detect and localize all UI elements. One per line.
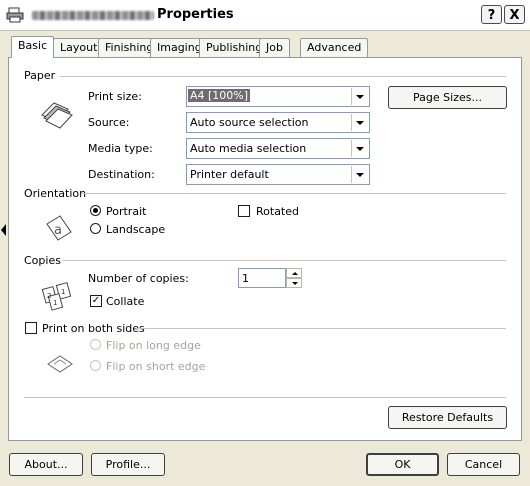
collate-label[interactable]: Collate: [106, 295, 144, 308]
print-size-value: A4 [100%]: [188, 89, 251, 102]
media-type-dropdown[interactable]: Auto media selection: [186, 138, 370, 159]
destination-value: Printer default: [190, 168, 269, 181]
spin-up-icon[interactable]: [286, 268, 302, 278]
print-both-sides-label[interactable]: Print on both sides: [42, 322, 145, 335]
orientation-group-label: Orientation: [24, 187, 87, 200]
rotated-checkbox[interactable]: [238, 205, 250, 217]
source-dropdown[interactable]: Auto source selection: [186, 112, 370, 133]
rotated-label[interactable]: Rotated: [256, 205, 299, 218]
source-value: Auto source selection: [190, 116, 309, 129]
window-title: Properties: [157, 7, 234, 22]
svg-text:1: 1: [53, 299, 57, 307]
destination-dropdown[interactable]: Printer default: [186, 164, 370, 185]
collate-checkbox[interactable]: ✓: [90, 295, 102, 307]
tab-layout[interactable]: Layout: [53, 38, 105, 57]
chevron-down-icon[interactable]: [351, 114, 368, 131]
copies-input[interactable]: 1: [238, 268, 286, 288]
spin-down-icon[interactable]: [286, 278, 302, 288]
print-both-sides-checkbox[interactable]: [25, 322, 37, 334]
copies-value: 1: [242, 272, 249, 285]
printer-name-blurred: [32, 11, 154, 20]
media-type-label: Media type:: [88, 142, 153, 155]
collapse-arrow-icon[interactable]: [1, 224, 6, 236]
duplex-page-icon: [47, 355, 73, 373]
print-size-label: Print size:: [88, 90, 142, 103]
flip-short-edge-radio[interactable]: [90, 360, 101, 371]
flip-long-edge-label: Flip on long edge: [106, 339, 201, 352]
paper-group-label: Paper: [24, 69, 56, 82]
printer-icon: [6, 7, 24, 23]
source-label: Source:: [88, 116, 130, 129]
chevron-down-icon[interactable]: [351, 88, 368, 105]
number-of-copies-label: Number of copies:: [88, 272, 189, 285]
cancel-button[interactable]: Cancel: [447, 453, 520, 476]
paper-divider: [60, 76, 506, 77]
landscape-label[interactable]: Landscape: [106, 223, 165, 236]
copies-spinner[interactable]: [286, 268, 302, 288]
page-sizes-button[interactable]: Page Sizes...: [388, 86, 507, 109]
title-bar[interactable]: Properties ? X: [0, 0, 530, 31]
duplex-divider: [136, 328, 506, 329]
portrait-page-icon: a: [46, 215, 72, 241]
tab-basic[interactable]: Basic: [11, 36, 55, 58]
bottom-divider: [24, 397, 506, 398]
tab-job[interactable]: Job: [259, 38, 290, 57]
svg-text:2: 2: [47, 292, 51, 300]
svg-text:1: 1: [61, 288, 65, 296]
copies-group-label: Copies: [24, 254, 61, 267]
properties-dialog: Properties ? X Basic Layout Finishing Im…: [0, 0, 530, 486]
help-button[interactable]: ?: [481, 5, 502, 24]
media-type-value: Auto media selection: [190, 142, 307, 155]
paper-stack-icon: [41, 102, 73, 129]
restore-defaults-button[interactable]: Restore Defaults: [388, 406, 507, 429]
close-button[interactable]: X: [504, 5, 525, 24]
tab-advanced[interactable]: Advanced: [300, 38, 369, 57]
collate-copies-icon: 2 1 1: [41, 282, 72, 311]
destination-label: Destination:: [88, 168, 155, 181]
copies-divider: [62, 260, 506, 261]
portrait-radio[interactable]: [90, 205, 101, 216]
ok-button[interactable]: OK: [366, 453, 439, 476]
svg-text:a: a: [54, 223, 62, 238]
about-button[interactable]: About...: [9, 453, 83, 476]
print-size-dropdown[interactable]: A4 [100%]: [186, 86, 370, 107]
portrait-label[interactable]: Portrait: [106, 205, 146, 218]
orientation-divider: [82, 193, 506, 194]
landscape-radio[interactable]: [90, 223, 101, 234]
flip-short-edge-label: Flip on short edge: [106, 360, 206, 373]
profile-button[interactable]: Profile...: [91, 453, 165, 476]
chevron-down-icon[interactable]: [351, 140, 368, 157]
flip-long-edge-radio[interactable]: [90, 339, 101, 350]
chevron-down-icon[interactable]: [351, 166, 368, 183]
